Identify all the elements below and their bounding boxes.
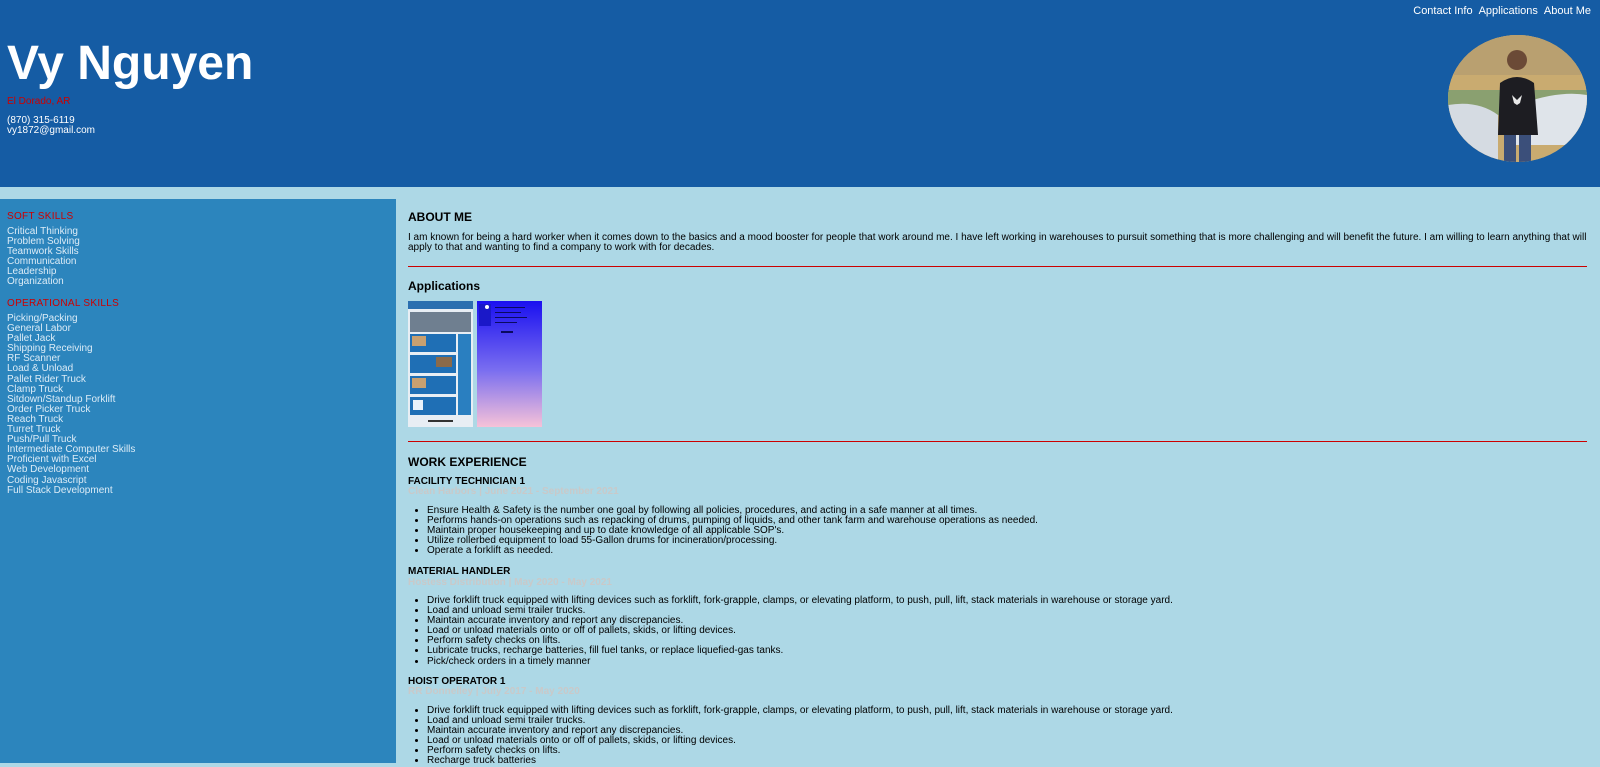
applications-heading: Applications xyxy=(408,279,481,293)
operational-skills-heading: OPERATIONAL SKILLS xyxy=(7,298,120,309)
nav-about-me-link[interactable]: About Me xyxy=(1544,5,1591,17)
list-item: Operate a forklift as needed. xyxy=(427,546,1038,556)
soft-skills-heading: SOFT SKILLS xyxy=(7,211,74,222)
job-meta: Hostess Distribution | May 2020 - May 20… xyxy=(408,577,612,588)
application-thumbnail-1[interactable] xyxy=(408,301,473,427)
page-header: Contact Info Applications About Me Vy Ng… xyxy=(0,0,1600,187)
section-divider xyxy=(408,441,1587,442)
job-duties-list: Ensure Health & Safety is the number one… xyxy=(408,505,1038,556)
avatar xyxy=(1448,35,1587,162)
email-text: vy1872@gmail.com xyxy=(7,125,95,136)
list-item: Organization xyxy=(7,276,64,288)
page-title: Vy Nguyen xyxy=(7,37,254,90)
operational-skills-list: Picking/Packing General Labor Pallet Jac… xyxy=(7,313,135,496)
about-text: I am known for being a hard worker when … xyxy=(408,232,1587,253)
soft-skills-list: Critical Thinking Problem Solving Teamwo… xyxy=(7,226,80,288)
list-item: Recharge truck batteries xyxy=(427,756,1173,766)
job-duties-list: Drive forklift truck equipped with lifti… xyxy=(408,705,1173,767)
nav-contact-info-link[interactable]: Contact Info xyxy=(1413,5,1472,17)
top-nav: Contact Info Applications About Me xyxy=(1413,5,1591,17)
list-item: Pick/check orders in a timely manner xyxy=(427,656,1173,667)
job-title: MATERIAL HANDLER xyxy=(408,566,511,577)
list-item: Perform safety checks on lifts. xyxy=(427,746,1173,756)
list-item: Full Stack Development xyxy=(7,484,113,496)
list-item: Web Development xyxy=(7,464,90,476)
section-divider xyxy=(408,266,1587,267)
skills-sidebar: SOFT SKILLS Critical Thinking Problem So… xyxy=(0,199,396,763)
work-experience-heading: WORK EXPERIENCE xyxy=(408,455,527,469)
application-thumbnail-2[interactable] xyxy=(477,301,542,427)
location-text: El Dorado, AR xyxy=(7,96,71,107)
job-duties-list: Drive forklift truck equipped with lifti… xyxy=(408,595,1173,667)
job-meta: Clean Harbors | June 2021 - September 20… xyxy=(408,486,619,497)
job-meta: RR Donnelley | July 2017 - May 2020 xyxy=(408,686,580,697)
about-heading: ABOUT ME xyxy=(408,210,472,224)
nav-applications-link[interactable]: Applications xyxy=(1479,5,1538,17)
